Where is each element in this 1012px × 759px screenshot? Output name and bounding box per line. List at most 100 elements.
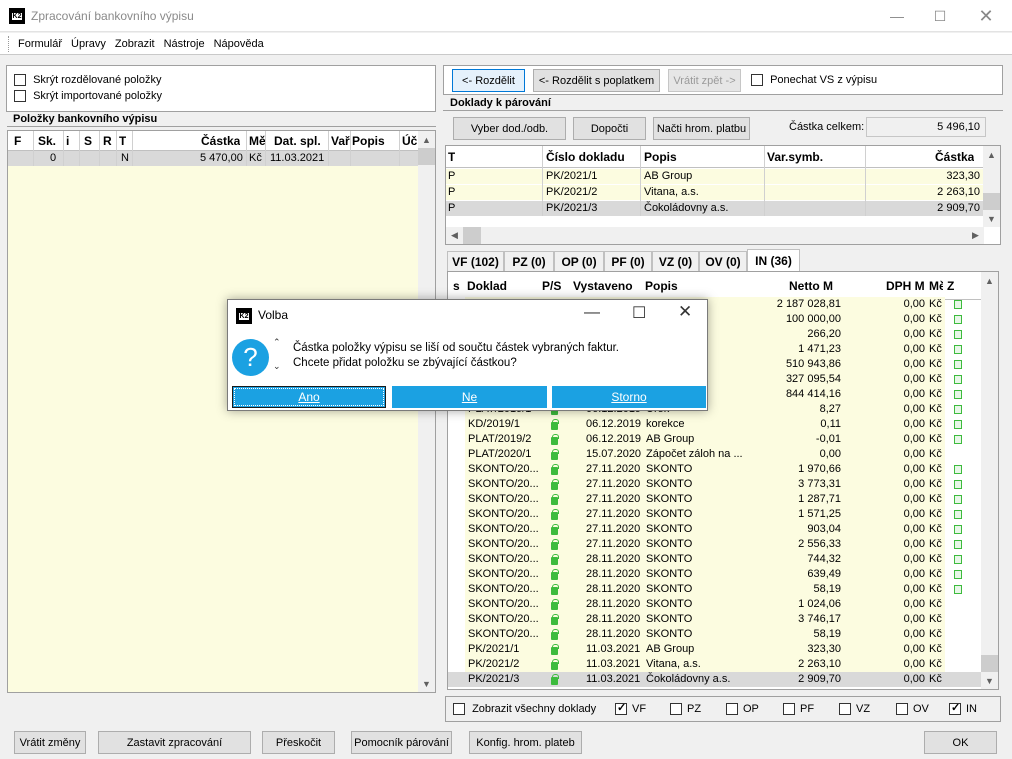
filter-op-checkbox[interactable] [726, 703, 738, 716]
pairing-row-selected[interactable]: P PK/2021/3 Čokoládovny a.s. 2 909,70 [446, 201, 984, 216]
filter-in[interactable]: IN [949, 701, 977, 716]
col-s[interactable]: S [84, 131, 92, 150]
col-s[interactable]: s [453, 272, 460, 299]
col-ps[interactable]: P/S [542, 272, 561, 299]
col-doc-number[interactable]: Číslo dokladu [546, 146, 625, 167]
scroll-down-icon[interactable]: ⌄ [273, 361, 281, 372]
no-button[interactable]: Ne [392, 386, 547, 408]
col-t[interactable]: T [119, 131, 126, 150]
bank-items-grid[interactable]: F Sk. i S R T Částka Mě Dat. spl. Vař Po… [7, 130, 436, 693]
document-row[interactable]: SKONTO/20... 27.11.2020 SKONTO 1 571,25 0,00… [448, 507, 982, 522]
scroll-thumb[interactable] [418, 148, 435, 165]
minimize-button[interactable]: — [874, 0, 920, 32]
filter-pf-checkbox[interactable] [783, 703, 795, 716]
col-castka[interactable]: Částka [201, 131, 240, 150]
document-row[interactable]: SKONTO/20... 28.11.2020 SKONTO 3 746,17 0,00… [448, 612, 982, 627]
col-amount[interactable]: Částka [935, 146, 974, 167]
filter-ov-checkbox[interactable] [896, 703, 908, 716]
menu-nastroje[interactable]: Nástroje [164, 38, 205, 50]
document-row[interactable]: PLAT/2019/2 06.12.2019 AB Group -0,01 0,00 Kč [448, 432, 982, 447]
document-row[interactable]: SKONTO/20... 28.11.2020 SKONTO 744,32 0,00 Kč [448, 552, 982, 567]
recalc-button[interactable]: Dopočti [573, 117, 646, 140]
hide-imported-checkbox[interactable] [14, 90, 26, 103]
document-row[interactable]: SKONTO/20... 27.11.2020 SKONTO 1 287,71 0,00… [448, 492, 982, 507]
document-row[interactable]: SKONTO/20... 27.11.2020 SKONTO 1 970,66 0,00… [448, 462, 982, 477]
col-mena[interactable]: Mě [929, 272, 943, 299]
hide-split-option[interactable]: Skrýt rozdělované položky [14, 74, 161, 87]
col-popis[interactable]: Popis [645, 272, 678, 299]
col-z[interactable]: Z [947, 272, 954, 299]
scroll-thumb[interactable] [983, 193, 1000, 210]
filter-pf[interactable]: PF [783, 703, 814, 716]
revert-changes-button[interactable]: Vrátit změny [14, 731, 86, 754]
scroll-right-icon[interactable]: ▶ [967, 227, 984, 244]
filter-in-checkbox[interactable] [949, 701, 961, 716]
col-popis[interactable]: Popis [352, 131, 385, 150]
col-type[interactable]: T [448, 146, 455, 167]
filter-op[interactable]: OP [726, 703, 759, 716]
col-vs[interactable]: Vař [331, 131, 353, 150]
pairing-grid[interactable]: T Číslo dokladu Popis Var.symb. Částka P… [445, 145, 1001, 245]
dialog-close-button[interactable]: ✕ [678, 302, 692, 322]
document-row[interactable]: SKONTO/20... 28.11.2020 SKONTO 58,19 0,00 Kč [448, 627, 982, 642]
pairing-hscroll[interactable]: ◀ ▶ [446, 227, 984, 244]
document-row[interactable]: PK/2021/2 11.03.2021 Vitana, a.s. 2 263,10 0… [448, 657, 982, 672]
tab-pz[interactable]: PZ (0) [504, 251, 554, 271]
tab-in[interactable]: IN (36) [747, 249, 800, 271]
revert-button[interactable]: Vrátit zpět -> [668, 69, 741, 92]
select-partner-button[interactable]: Vyber dod./odb. [453, 117, 566, 140]
col-sk[interactable]: Sk. [38, 131, 56, 150]
filter-vf-checkbox[interactable] [615, 701, 627, 716]
tab-ov[interactable]: OV (0) [699, 251, 747, 271]
load-bulk-payment-button[interactable]: Načti hrom. platbu [653, 117, 750, 140]
menu-formular[interactable]: Formulář [18, 38, 62, 50]
col-doklad[interactable]: Doklad [467, 272, 507, 299]
scroll-up-icon[interactable]: ▲ [981, 272, 998, 289]
document-row[interactable]: SKONTO/20... 28.11.2020 SKONTO 1 024,06 0,00… [448, 597, 982, 612]
split-with-fee-button[interactable]: <- Rozdělit s poplatkem [533, 69, 660, 92]
scroll-down-icon[interactable]: ▼ [983, 210, 1000, 227]
pairing-helper-button[interactable]: Pomocník párování [351, 731, 452, 754]
hscroll-thumb[interactable] [463, 227, 481, 244]
filter-pz[interactable]: PZ [670, 703, 701, 716]
document-row[interactable]: SKONTO/20... 27.11.2020 SKONTO 3 773,31 0,00… [448, 477, 982, 492]
menu-upravy[interactable]: Úpravy [71, 38, 106, 50]
document-row[interactable]: PK/2021/1 11.03.2021 AB Group 323,30 0,00 Kč [448, 642, 982, 657]
scroll-down-icon[interactable]: ▼ [418, 675, 435, 692]
filter-ov[interactable]: OV [896, 703, 929, 716]
document-row[interactable]: SKONTO/20... 27.11.2020 SKONTO 2 556,33 0,00… [448, 537, 982, 552]
scroll-thumb[interactable] [981, 655, 998, 672]
config-bulk-payments-button[interactable]: Konfig. hrom. plateb [469, 731, 582, 754]
documents-vscroll[interactable]: ▲ ▼ [981, 272, 998, 689]
tab-vz[interactable]: VZ (0) [652, 251, 699, 271]
pairing-vscroll[interactable]: ▲ ▼ [983, 146, 1000, 227]
yes-button[interactable]: Ano [232, 386, 386, 408]
split-button[interactable]: <- Rozdělit [452, 69, 525, 92]
pairing-row[interactable]: P PK/2021/1 AB Group 323,30 [446, 169, 984, 184]
dialog-maximize-button[interactable]: ☐ [632, 303, 646, 323]
keep-vs-checkbox[interactable] [751, 74, 763, 87]
col-f[interactable]: F [14, 131, 21, 150]
col-mena[interactable]: Mě [249, 131, 265, 150]
col-netto[interactable]: Netto M [789, 272, 833, 299]
document-row[interactable]: KD/2019/1 06.12.2019 korekce 0,11 0,00 Kč [448, 417, 982, 432]
bank-items-vscroll[interactable]: ▲ ▼ [418, 131, 435, 692]
filter-vf[interactable]: VF [615, 701, 646, 716]
col-i[interactable]: i [66, 131, 69, 150]
scroll-up-icon[interactable]: ▲ [983, 146, 1000, 163]
bank-item-row[interactable]: 0 N 5 470,00 Kč 11.03.2021 [8, 151, 419, 166]
pairing-row[interactable]: P PK/2021/2 Vitana, a.s. 2 263,10 [446, 185, 984, 200]
dialog-minimize-button[interactable]: — [584, 304, 600, 322]
menu-zobrazit[interactable]: Zobrazit [115, 38, 155, 50]
cancel-button[interactable]: Storno [552, 386, 706, 408]
document-row[interactable]: SKONTO/20... 27.11.2020 SKONTO 903,04 0,00 Kč [448, 522, 982, 537]
col-vystaveno[interactable]: Vystaveno [573, 272, 633, 299]
document-row[interactable]: PK/2021/3 11.03.2021 Čokoládovny a.s. 2 909… [448, 672, 982, 687]
filter-vz-checkbox[interactable] [839, 703, 851, 716]
scroll-left-icon[interactable]: ◀ [446, 227, 463, 244]
col-var-symbol[interactable]: Var.symb. [767, 146, 823, 167]
document-row[interactable]: SKONTO/20... 28.11.2020 SKONTO 58,19 0,00 Kč [448, 582, 982, 597]
hide-split-checkbox[interactable] [14, 74, 26, 87]
tab-pf[interactable]: PF (0) [604, 251, 652, 271]
scroll-down-icon[interactable]: ▼ [981, 672, 998, 689]
